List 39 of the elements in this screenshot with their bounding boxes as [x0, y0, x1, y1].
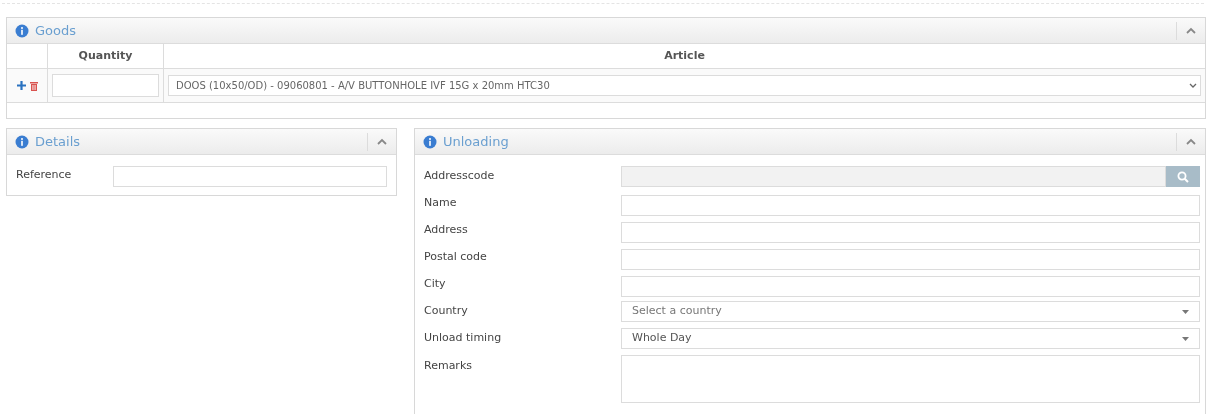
quantity-field[interactable] — [52, 74, 159, 97]
text-field[interactable] — [621, 248, 1200, 270]
field-label: Remarks — [424, 358, 473, 374]
search-icon — [1177, 170, 1189, 183]
info-icon — [15, 134, 29, 149]
dropdown-caret-icon — [1182, 336, 1189, 341]
chevron-up-icon — [1186, 27, 1196, 34]
panel-title: Unloading — [443, 132, 509, 151]
panel-title: Goods — [35, 21, 76, 40]
text-field[interactable] — [621, 221, 1200, 243]
column-header: Quantity — [78, 47, 133, 64]
text-field[interactable] — [621, 275, 1200, 297]
column-header: Article — [664, 47, 705, 64]
plus-icon — [16, 81, 26, 90]
article-select[interactable]: DOOS (10x50/OD) - 09060801 - A/V BUTTONHOLE IVF 15G x 20mm HTC30 — [168, 75, 1201, 96]
field-label: Postal code — [424, 249, 488, 266]
field-label: City — [424, 276, 447, 293]
field-label: Address — [424, 222, 469, 239]
text-field[interactable] — [621, 194, 1200, 216]
info-icon — [423, 134, 437, 149]
field-label: Name — [424, 195, 458, 212]
text-field[interactable] — [113, 166, 387, 187]
dropdown-caret-icon — [1182, 309, 1189, 314]
field-label: Reference — [16, 166, 73, 183]
field-label: Country — [424, 303, 469, 320]
remarks-field[interactable] — [621, 355, 1200, 403]
add-button[interactable] — [15, 80, 27, 91]
chevron-up-icon — [1186, 138, 1196, 145]
chevron-down-icon — [1189, 83, 1197, 88]
select-field[interactable]: Whole Day — [621, 328, 1200, 349]
panel-title: Details — [35, 132, 81, 151]
field-label: Addresscode — [424, 168, 496, 185]
field-label: Unload timing — [424, 330, 503, 347]
delete-button[interactable] — [29, 80, 39, 91]
select-field[interactable]: Select a country — [621, 301, 1200, 322]
info-icon — [15, 23, 29, 38]
chevron-up-icon — [377, 138, 387, 145]
search-button[interactable] — [1166, 166, 1200, 187]
trash-icon — [30, 80, 38, 91]
